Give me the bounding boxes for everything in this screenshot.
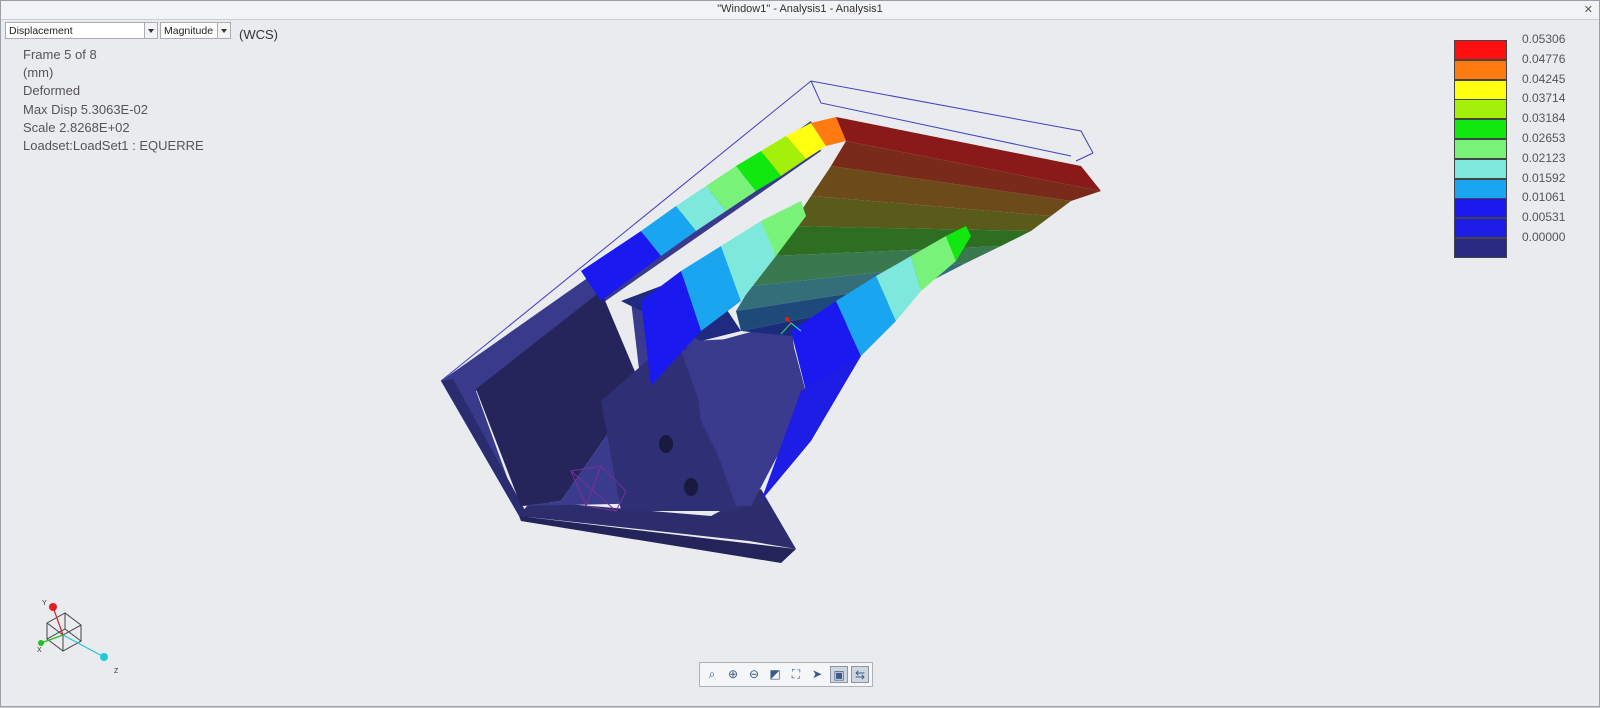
spin-center-icon[interactable]: ➤: [808, 666, 826, 683]
view-toolbar: ⌕ ⊕ ⊖ ◩ ⛶ ➤ ▣ ⇆: [699, 662, 873, 687]
triad-label-x: X: [37, 647, 42, 654]
model-display-icon[interactable]: ▣: [830, 666, 848, 683]
y-axis-dot: [38, 640, 44, 646]
orientation-triad: Y X Z: [37, 600, 119, 675]
repaint-icon[interactable]: ◩: [766, 666, 784, 683]
zoom-out-icon[interactable]: ⊖: [745, 666, 763, 683]
z-axis-dot: [100, 653, 108, 661]
x-axis-dot: [49, 603, 57, 611]
saved-views-icon[interactable]: ⛶: [787, 666, 805, 683]
triad-label-z: Z: [114, 668, 119, 675]
triad-label-y: Y: [42, 600, 47, 607]
zoom-in-icon[interactable]: ⊕: [724, 666, 742, 683]
refit-icon[interactable]: ⌕: [703, 666, 721, 683]
analysis-window: "Window1" - Analysis1 - Analysis1 ✕ Disp…: [0, 0, 1600, 707]
datum-display-icon[interactable]: ⇆: [851, 666, 869, 683]
